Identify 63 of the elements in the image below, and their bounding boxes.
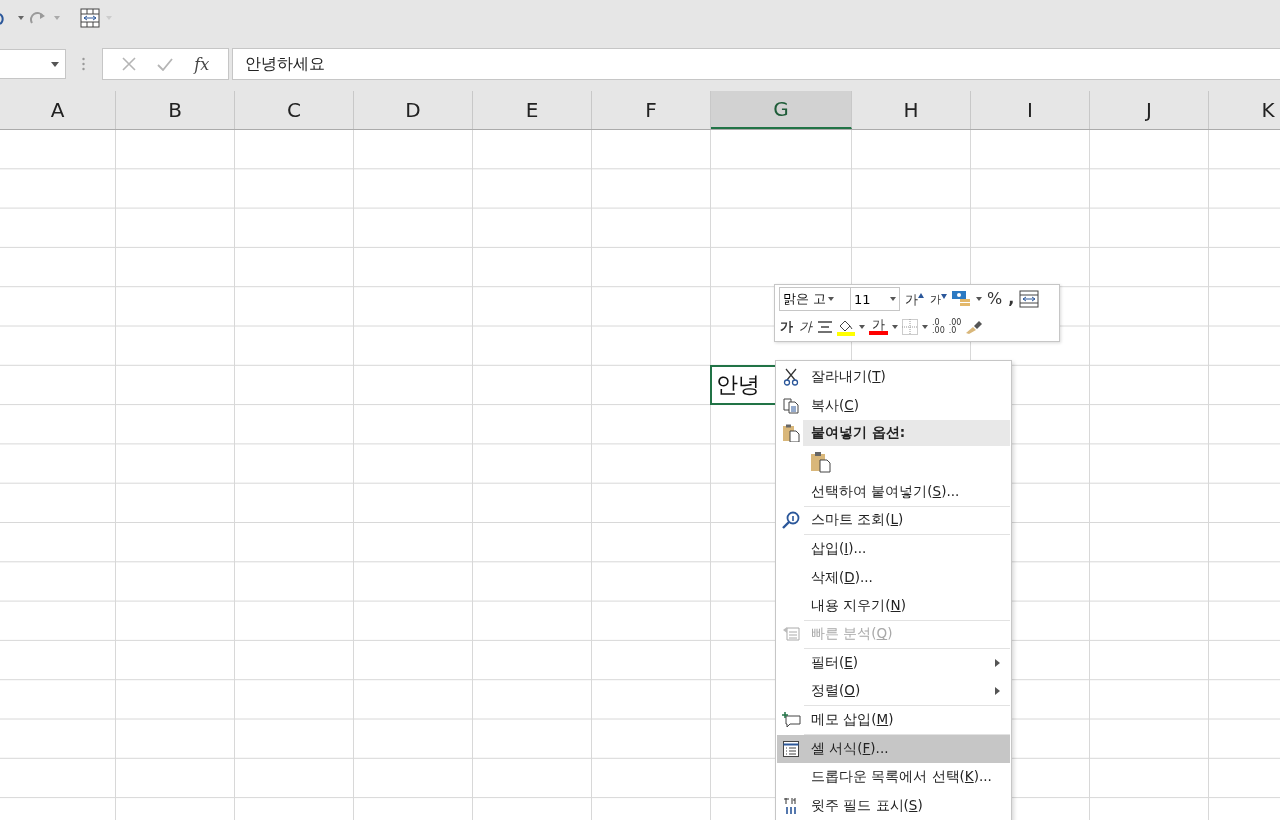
italic-button[interactable]: 가 [798, 320, 813, 334]
column-header[interactable]: J [1090, 91, 1209, 129]
menu-item[interactable]: 윗주 필드 표시(S) [777, 791, 1010, 820]
caret-icon[interactable] [892, 324, 898, 329]
menu-item[interactable]: 스마트 조회(L) [804, 506, 1010, 535]
menu-item[interactable]: 메모 삽입(M) [804, 706, 1010, 735]
menu-item[interactable]: 셀 서식(F)... [777, 734, 1010, 763]
format-cells-icon [782, 740, 799, 757]
scissors-icon [782, 368, 799, 387]
menu-item[interactable]: 필터(E) [777, 649, 1010, 678]
column-header[interactable]: C [235, 91, 354, 129]
caret-icon[interactable] [51, 61, 59, 67]
clipboard-icon [781, 424, 800, 442]
format-painter-icon[interactable] [965, 319, 984, 334]
increase-decimal-button[interactable]: .0 .00 [932, 318, 945, 335]
caret-icon[interactable] [859, 324, 865, 329]
wrap-text-icon[interactable] [1019, 290, 1040, 309]
shrink-font-button[interactable]: 가 [929, 293, 948, 305]
menu-item[interactable]: 삭제(D)... [777, 563, 1010, 592]
column-header[interactable]: G [711, 91, 852, 129]
paste-icon[interactable] [810, 451, 832, 473]
font-size-field[interactable]: 11 [850, 287, 900, 312]
caret-icon[interactable] [18, 16, 24, 20]
percent-style-button[interactable]: % [986, 291, 1004, 308]
menu-item[interactable]: 복사(C) [777, 391, 1010, 420]
comma-style-button[interactable]: , [1007, 291, 1016, 308]
cell-text: 안녕 [716, 370, 760, 399]
bold-button[interactable]: 가 [779, 320, 794, 334]
insert-function-button[interactable]: fx [194, 54, 210, 74]
caret-icon[interactable] [890, 297, 896, 302]
comment-icon [780, 711, 801, 728]
quick-analysis-icon [781, 626, 800, 643]
accounting-format-icon[interactable] [952, 290, 972, 309]
phonetic-guide-icon [782, 796, 799, 815]
formula-field[interactable]: 안녕하세요 [232, 48, 1280, 80]
menu-item[interactable]: 드롭다운 목록에서 선택(K)... [777, 763, 1010, 792]
menu-item[interactable]: 선택하여 붙여넣기(S)... [804, 478, 1010, 507]
up-arrow-icon [918, 292, 924, 298]
column-header[interactable]: K [1209, 91, 1280, 129]
caret-icon[interactable] [828, 297, 835, 302]
column-header[interactable]: I [971, 91, 1090, 129]
column-header[interactable]: A [0, 91, 116, 129]
check-icon[interactable] [157, 57, 173, 71]
copy-icon [782, 397, 799, 414]
menu-item[interactable]: 삽입(I)... [777, 535, 1010, 564]
wrap-text-icon[interactable] [80, 8, 100, 28]
font-color-button[interactable]: 가 [869, 318, 888, 336]
column-header[interactable]: B [116, 91, 235, 129]
column-header[interactable]: H [852, 91, 971, 129]
font-name-field[interactable]: 맑은 고 [779, 287, 851, 312]
column-header[interactable]: D [354, 91, 473, 129]
menu-item[interactable]: 정렬(O) [804, 677, 1010, 706]
menu-item[interactable]: 잘라내기(T) [777, 363, 1010, 392]
drag-handle-icon[interactable] [82, 57, 85, 71]
align-center-icon[interactable] [817, 320, 833, 333]
decrease-decimal-button[interactable]: .00 .0 [948, 318, 962, 335]
grow-font-button[interactable]: 가 [904, 292, 925, 306]
menu-item[interactable]: 내용 지우기(N) [804, 592, 1010, 621]
column-header[interactable]: E [473, 91, 592, 129]
down-arrow-icon [941, 293, 947, 299]
caret-icon[interactable] [922, 324, 928, 329]
caret-icon[interactable] [976, 297, 982, 302]
search-icon [781, 511, 800, 530]
